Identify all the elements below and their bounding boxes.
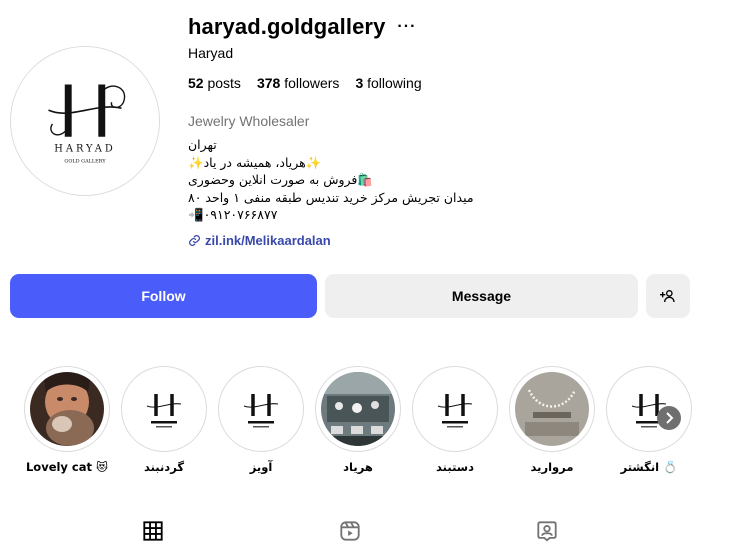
username: haryad.goldgallery <box>188 14 386 39</box>
cat-photo <box>30 372 104 446</box>
highlight-label: Lovely cat 😻 <box>25 460 109 474</box>
bio: تهران ✨هریاد، همیشه در یاد✨ 🛍️فروش به صو… <box>188 136 508 224</box>
chevron-right-icon <box>666 412 674 424</box>
highlight-label: مروارید <box>530 460 574 474</box>
profile-stats: 52 posts 378 followers 3 following <box>188 75 422 91</box>
logo-thumb <box>418 372 492 446</box>
highlight-label: دستبند <box>436 460 474 474</box>
story-highlights: Lovely cat 😻 گردنبند آویز هریاد دستبند م… <box>0 365 731 480</box>
highlight-label: آویز <box>249 460 273 474</box>
tagged-icon[interactable] <box>536 520 558 542</box>
profile-tabs <box>0 517 731 547</box>
logo-thumb <box>224 372 298 446</box>
following-count: 3 <box>355 75 364 91</box>
highlight-label: گردنبند <box>143 460 185 474</box>
bio-line: 📲۰۹۱۲۰۷۶۶۸۷۷ <box>188 207 278 222</box>
bio-line: ✨هریاد، همیشه در یاد✨ <box>188 154 322 170</box>
followers-stat[interactable]: 378 followers <box>257 75 340 91</box>
more-dots-icon[interactable]: ··· <box>397 19 416 35</box>
followers-count: 378 <box>256 75 281 91</box>
highlights-next-button[interactable] <box>657 406 681 430</box>
necklace-photo <box>515 372 589 446</box>
bio-line: تهران <box>188 137 217 152</box>
highlight-label: هریاد <box>343 460 373 474</box>
add-user-icon <box>660 290 675 303</box>
posts-label: posts <box>207 75 241 91</box>
following-label: following <box>367 75 422 91</box>
store-photo <box>321 372 395 446</box>
logo-sub-text: GOLD GALLERY <box>64 158 106 164</box>
posts-count: 52 <box>188 75 204 91</box>
haryad-logo: HARYAD GOLD GALLERY <box>11 47 159 195</box>
link-icon <box>189 235 200 246</box>
followers-label: followers <box>284 75 340 91</box>
profile-link-text: zil.ink/Melikaardalan <box>205 233 331 248</box>
highlight-label: انگشتر 💍 <box>620 460 678 474</box>
username-row: haryad.goldgallery ··· <box>188 12 416 42</box>
reels-icon[interactable] <box>339 520 361 542</box>
logo-brand-text: HARYAD <box>54 144 115 155</box>
profile-link[interactable]: zil.ink/Melikaardalan <box>188 233 331 248</box>
category-label: Jewelry Wholesaler <box>188 113 310 129</box>
follow-button[interactable]: Follow <box>10 274 317 318</box>
following-stat[interactable]: 3 following <box>355 75 421 91</box>
grid-icon[interactable] <box>142 520 164 542</box>
message-button[interactable]: Message <box>325 274 638 318</box>
posts-stat: 52 posts <box>188 75 241 91</box>
bio-line: 🛍️فروش به صورت انلاین وحضوری <box>188 172 373 187</box>
add-user-button[interactable] <box>646 274 690 318</box>
full-name: Haryad <box>188 45 234 61</box>
logo-thumb <box>127 372 201 446</box>
bio-line: میدان تجریش مرکز خرید تندیس طبقه منفی ۱ … <box>188 189 474 205</box>
profile-avatar[interactable]: HARYAD GOLD GALLERY <box>10 46 160 196</box>
